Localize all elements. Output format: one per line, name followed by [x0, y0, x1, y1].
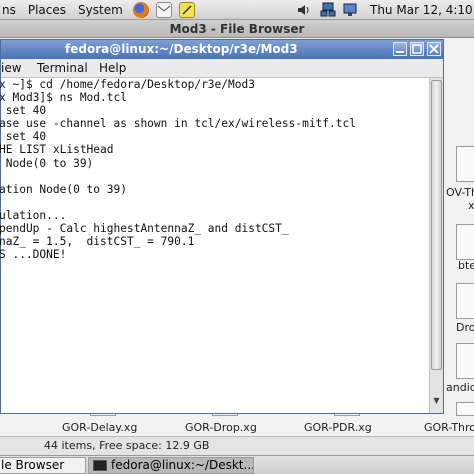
- bottom-taskbar: le Browser fedora@linux:~/Deskt...: [0, 455, 474, 474]
- terminal-line: ase use -channel as shown in tcl/ex/wire…: [0, 117, 356, 131]
- network-status-icon[interactable]: [342, 2, 358, 18]
- system-menu[interactable]: System: [78, 3, 123, 17]
- file-label[interactable]: GOR-Thro: [424, 421, 474, 434]
- file-label[interactable]: bte: [458, 259, 474, 272]
- terminal-line: HE LIST xListHead: [0, 143, 114, 157]
- maximize-button[interactable]: [410, 42, 424, 56]
- file-icon[interactable]: [456, 343, 474, 379]
- minimize-button[interactable]: [393, 42, 407, 56]
- taskbar-terminal[interactable]: fedora@linux:~/Deskt...: [88, 457, 254, 474]
- terminal-lines: x ~]$ cd /home/fedora/Desktop/r3e/Mod3 x …: [0, 78, 356, 261]
- top-panel: ns Places System Thu Mar 12, 4:10: [0, 0, 474, 20]
- terminal-line: Node(0 to 39): [0, 156, 94, 170]
- terminal-line: S ...DONE!: [0, 248, 67, 262]
- terminal-line: pendUp - Calc highestAntennaZ_ and distC…: [0, 222, 289, 236]
- terminal-line: set 40: [0, 130, 47, 144]
- file-icon[interactable]: [456, 283, 474, 319]
- terminal-menubar: iew Terminal Help: [1, 59, 443, 78]
- terminal-line: x Mod3]$ ns Mod.tcl: [0, 91, 127, 105]
- taskbar-terminal-label: fedora@linux:~/Deskt...: [111, 458, 254, 472]
- close-button[interactable]: [427, 42, 441, 56]
- places-menu[interactable]: Places: [28, 3, 66, 17]
- file-browser-statusbar: 44 items, Free space: 12.9 GB: [0, 436, 474, 455]
- terminal-window: fedora@linux:~/Desktop/r3e/Mod3 iew Term…: [0, 39, 444, 414]
- file-label[interactable]: GOR-Drop.xg: [185, 421, 257, 434]
- terminal-titlebar[interactable]: fedora@linux:~/Desktop/r3e/Mod3: [1, 40, 443, 59]
- file-label[interactable]: x: [468, 199, 474, 212]
- volume-icon[interactable]: [296, 2, 312, 18]
- file-label[interactable]: GOR-Delay.xg: [62, 421, 137, 434]
- applications-menu[interactable]: ns: [2, 3, 16, 17]
- view-menu[interactable]: iew: [1, 61, 22, 75]
- file-label[interactable]: OV-Th: [446, 186, 474, 199]
- terminal-line: x ~]$ cd /home/fedora/Desktop/r3e/Mod3: [0, 78, 255, 91]
- terminal-output[interactable]: x ~]$ cd /home/fedora/Desktop/r3e/Mod3 x …: [0, 78, 429, 413]
- help-menu[interactable]: Help: [99, 61, 126, 75]
- clock[interactable]: Thu Mar 12, 4:10: [370, 3, 473, 17]
- firefox-icon[interactable]: [132, 1, 149, 18]
- terminal-title: fedora@linux:~/Desktop/r3e/Mod3: [65, 42, 298, 56]
- scrollbar-thumb[interactable]: [431, 80, 442, 370]
- terminal-icon: [93, 460, 107, 471]
- network-icon[interactable]: [320, 2, 336, 18]
- taskbar-file-browser[interactable]: le Browser: [0, 457, 86, 474]
- terminal-line: ulation...: [0, 208, 67, 222]
- terminal-line: naZ_ = 1.5, distCST_ = 790.1: [0, 235, 195, 249]
- file-label[interactable]: Dro: [456, 321, 474, 334]
- terminal-scrollbar[interactable]: ▼: [429, 78, 443, 413]
- terminal-menu[interactable]: Terminal: [37, 61, 88, 75]
- file-label[interactable]: andic: [446, 381, 474, 394]
- file-browser-titlebar[interactable]: Mod3 - File Browser: [0, 20, 474, 38]
- file-label[interactable]: GOR-PDR.xg: [304, 421, 372, 434]
- terminal-line: ation Node(0 to 39): [0, 182, 127, 196]
- terminal-line: set 40: [0, 104, 47, 118]
- notes-icon[interactable]: [178, 1, 195, 18]
- file-icon[interactable]: [456, 402, 474, 416]
- file-icon[interactable]: [456, 224, 474, 260]
- file-icon[interactable]: [456, 146, 474, 182]
- email-icon[interactable]: [155, 1, 172, 18]
- scroll-down-icon[interactable]: ▼: [431, 396, 442, 410]
